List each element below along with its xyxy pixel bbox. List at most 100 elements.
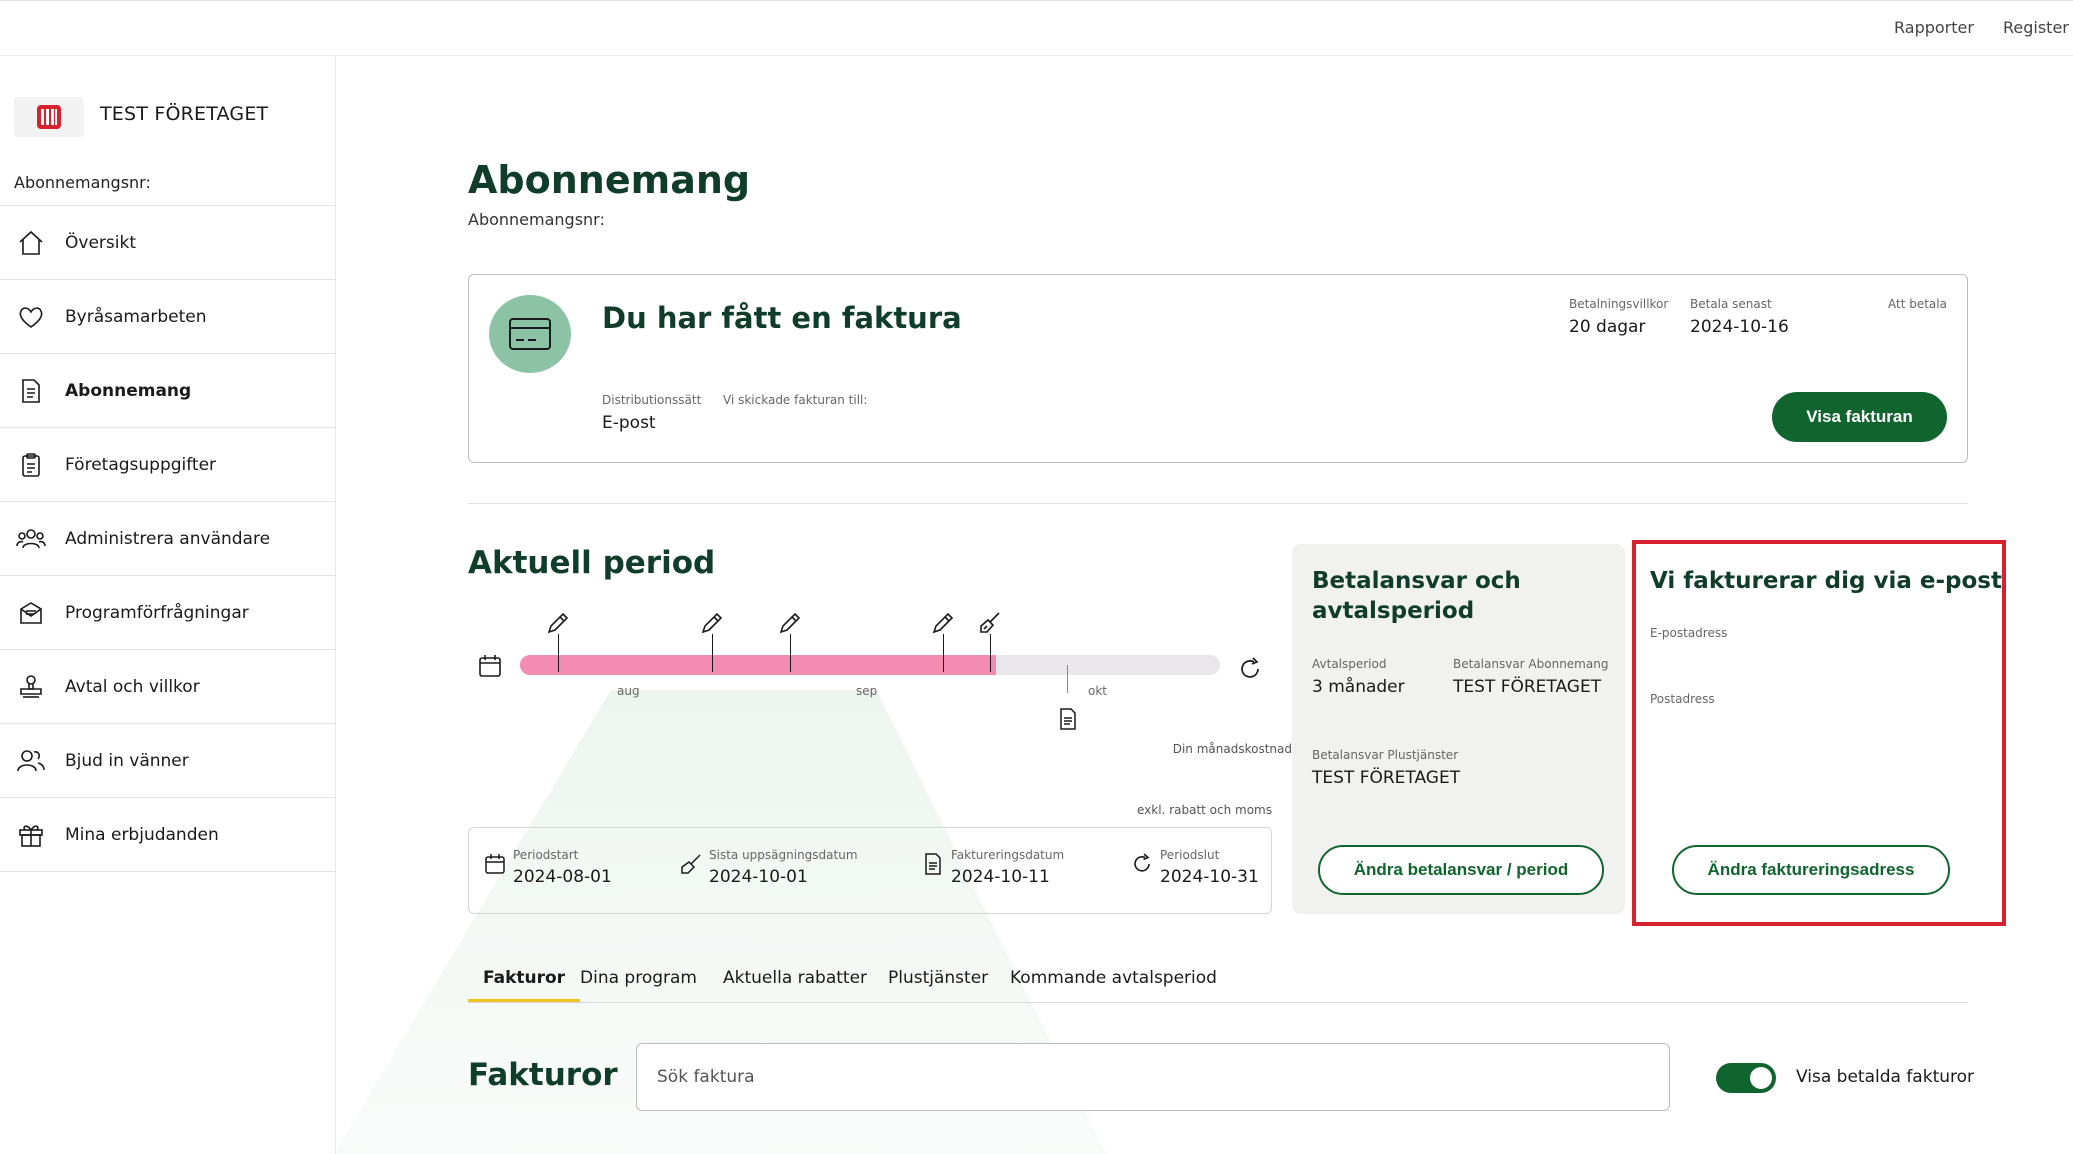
sidebar-item-label: Översikt [65, 232, 136, 253]
cancellation-date-label: Sista uppsägningsdatum [709, 848, 858, 862]
email-address-label: E-postadress [1650, 626, 1728, 640]
amount-to-pay-label: Att betala [1888, 297, 1947, 311]
register-link[interactable]: Register [2003, 18, 2069, 37]
period-end-label: Periodslut [1160, 848, 1220, 862]
invoice-notification-card: Du har fått en faktura Betalningsvillkor… [468, 274, 1968, 463]
payer-plus-label: Betalansvar Plustjänster [1312, 748, 1459, 762]
tab-kommande-avtalsperiod[interactable]: Kommande avtalsperiod [995, 968, 1232, 1002]
invoice-search-input[interactable] [636, 1043, 1670, 1111]
payer-subscription-value: TEST FÖRETAGET [1453, 677, 1602, 697]
invoices-title: Fakturor [468, 1057, 618, 1093]
monthly-cost-label: Din månadskostnad [1172, 742, 1292, 756]
cancellation-date: Sista uppsägningsdatum 2024-10-01 [679, 848, 858, 887]
payer-subscription-label: Betalansvar Abonnemang [1453, 657, 1609, 671]
distribution-label: Distributionssätt [602, 393, 702, 407]
credit-card-icon [489, 295, 571, 373]
toggle-knob [1750, 1067, 1772, 1089]
document-icon [16, 376, 46, 406]
calendar-icon [477, 653, 503, 683]
sidebar-item-label: Företagsuppgifter [65, 454, 217, 475]
tab-dina-program[interactable]: Dina program [565, 968, 712, 1002]
show-paid-toggle[interactable] [1716, 1063, 1776, 1093]
month-label: okt [1088, 684, 1107, 698]
sent-to-label: Vi skickade fakturan till: [723, 393, 868, 407]
sidebar-item-foretagsuppgifter[interactable]: Företagsuppgifter [0, 428, 335, 502]
logo-icon [37, 105, 61, 129]
payer-plus-value: TEST FÖRETAGET [1312, 768, 1461, 788]
tab-plustjanster[interactable]: Plustjänster [873, 968, 1003, 1002]
subscription-tabs: Fakturor Dina program Aktuella rabatter … [468, 960, 1968, 1003]
payment-terms-value: 20 dagar [1569, 317, 1646, 337]
refresh-icon[interactable] [1236, 655, 1264, 687]
timeline-marker-line [943, 634, 944, 672]
top-bar: Rapporter Register [0, 0, 2073, 56]
timeline-marker-line [990, 634, 991, 672]
subscription-number: Abonnemangsnr: [468, 210, 605, 229]
sidebar-item-label: Mina erbjudanden [65, 824, 219, 845]
payment-responsibility-panel: Betalansvar och avtalsperiod Avtalsperio… [1292, 544, 1625, 914]
sidebar-item-label: Abonnemang [65, 380, 192, 401]
sidebar-item-abonnemang[interactable]: Abonnemang [0, 354, 335, 428]
invoice-icon[interactable] [1057, 707, 1079, 735]
sidebar-nav: Översikt Byråsamarbeten Abonnemang Föret… [0, 205, 335, 872]
email-billing-title: Vi fakturerar dig via e-post [1650, 568, 2002, 594]
sidebar-item-mina-erbjudanden[interactable]: Mina erbjudanden [0, 798, 335, 872]
invoice-title: Du har fått en faktura [602, 301, 962, 335]
inbox-icon [16, 598, 46, 628]
company-name: TEST FÖRETAGET [100, 103, 269, 125]
due-date-value: 2024-10-16 [1690, 317, 1789, 337]
company-logo [14, 97, 84, 137]
broom-icon [681, 854, 701, 874]
sidebar-item-byrasamarbeten[interactable]: Byråsamarbeten [0, 280, 335, 354]
sidebar-item-avtal-och-villkor[interactable]: Avtal och villkor [0, 650, 335, 724]
home-icon [16, 228, 46, 258]
contract-period-value: 3 månader [1312, 677, 1405, 697]
sidebar-item-label: Administrera användare [65, 528, 271, 549]
sidebar-item-label: Avtal och villkor [65, 676, 200, 697]
reports-link[interactable]: Rapporter [1894, 18, 1974, 37]
period-end: Periodslut 2024-10-31 [1130, 848, 1259, 887]
refresh-icon [1134, 853, 1150, 872]
period-progress-bar [520, 655, 1220, 675]
clipboard-icon [16, 450, 46, 480]
change-billing-address-button[interactable]: Ändra faktureringsadress [1672, 845, 1950, 895]
heart-icon [16, 302, 46, 332]
subscription-number-label: Abonnemangsnr: [14, 173, 151, 192]
postal-address-label: Postadress [1650, 692, 1715, 706]
sidebar-item-label: Bjud in vänner [65, 750, 189, 771]
stamp-icon [16, 672, 46, 702]
month-label: sep [856, 684, 878, 698]
sidebar-item-administrera-anvandare[interactable]: Administrera användare [0, 502, 335, 576]
period-start-label: Periodstart [513, 848, 579, 862]
responsibility-title: Betalansvar och avtalsperiod [1312, 568, 1521, 624]
excl-discount-label: exkl. rabatt och moms [1137, 803, 1272, 817]
invoicing-date-label: Faktureringsdatum [951, 848, 1065, 862]
payment-terms-label: Betalningsvillkor [1569, 297, 1669, 311]
period-progress-fill [520, 655, 996, 675]
show-paid-label: Visa betalda fakturor [1796, 1067, 1975, 1087]
timeline-marker-line [712, 634, 713, 672]
cancellation-date-value: 2024-10-01 [709, 867, 808, 887]
today-marker [1067, 665, 1068, 693]
period-start-value: 2024-08-01 [513, 867, 612, 887]
tab-fakturor[interactable]: Fakturor [468, 968, 581, 1002]
calendar-icon [485, 854, 505, 874]
period-end-value: 2024-10-31 [1160, 867, 1259, 887]
users-icon [16, 524, 46, 554]
sidebar-item-bjud-in-vanner[interactable]: Bjud in vänner [0, 724, 335, 798]
sidebar-item-label: Programförfrågningar [65, 602, 249, 623]
show-invoice-button[interactable]: Visa fakturan [1772, 392, 1947, 442]
contract-period-label: Avtalsperiod [1312, 657, 1387, 671]
invoicing-date-value: 2024-10-11 [951, 867, 1050, 887]
section-divider [468, 503, 1968, 504]
distribution-value: E-post [602, 413, 656, 433]
invoicing-date: Faktureringsdatum 2024-10-11 [921, 848, 1064, 887]
period-dates-box: Periodstart 2024-08-01 Sista uppsägnings… [468, 827, 1272, 914]
page-title: Abonnemang [468, 158, 751, 202]
invoice-icon [925, 853, 941, 875]
timeline-marker-line [558, 634, 559, 672]
change-payer-button[interactable]: Ändra betalansvar / period [1318, 845, 1604, 895]
sidebar-item-programforfragningar[interactable]: Programförfrågningar [0, 576, 335, 650]
tab-aktuella-rabatter[interactable]: Aktuella rabatter [708, 968, 882, 1002]
sidebar-item-oversikt[interactable]: Översikt [0, 206, 335, 280]
